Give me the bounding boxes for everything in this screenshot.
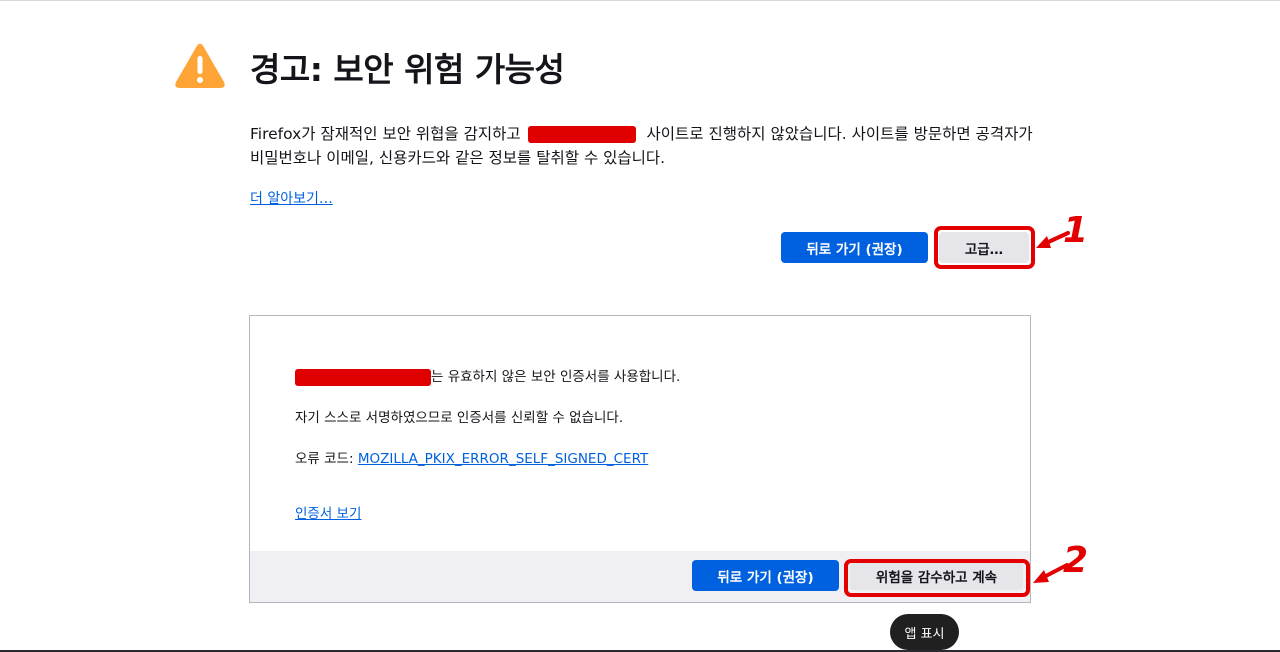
annotation-marker-2: 2 bbox=[1063, 540, 1089, 581]
show-app-tooltip[interactable]: 앱 표시 bbox=[890, 614, 959, 650]
highlight-box-1 bbox=[934, 226, 1035, 269]
intro-text: Firefox가 잠재적인 보안 위협을 감지하고 사이트로 진행하지 않았습니… bbox=[250, 122, 1050, 170]
warning-icon bbox=[175, 43, 225, 88]
invalid-cert-message: 는 유효하지 않은 보안 인증서를 사용합니다. bbox=[295, 365, 680, 386]
go-back-button-panel[interactable]: 뒤로 가기 (권장) bbox=[692, 560, 839, 591]
invalid-cert-text: 는 유효하지 않은 보안 인증서를 사용합니다. bbox=[431, 369, 681, 385]
annotation-marker-1: 1 bbox=[1063, 210, 1089, 251]
page-title: 경고: 보안 위험 가능성 bbox=[250, 50, 565, 89]
view-certificate-link[interactable]: 인증서 보기 bbox=[295, 502, 361, 522]
learn-more-link[interactable]: 더 알아보기… bbox=[250, 188, 333, 208]
self-signed-message: 자기 스스로 서명하였으므로 인증서를 신뢰할 수 없습니다. bbox=[295, 410, 624, 426]
highlight-box-2 bbox=[844, 559, 1030, 597]
go-back-button[interactable]: 뒤로 가기 (권장) bbox=[781, 232, 928, 263]
redacted-site-name bbox=[295, 368, 431, 386]
error-code-link[interactable]: MOZILLA_PKIX_ERROR_SELF_SIGNED_CERT bbox=[358, 451, 648, 467]
error-code-label: 오류 코드: bbox=[295, 451, 354, 467]
intro-text-before: Firefox가 잠재적인 보안 위협을 감지하고 bbox=[250, 125, 521, 143]
redacted-site-name bbox=[527, 126, 636, 143]
error-code-line: 오류 코드: MOZILLA_PKIX_ERROR_SELF_SIGNED_CE… bbox=[295, 447, 648, 467]
